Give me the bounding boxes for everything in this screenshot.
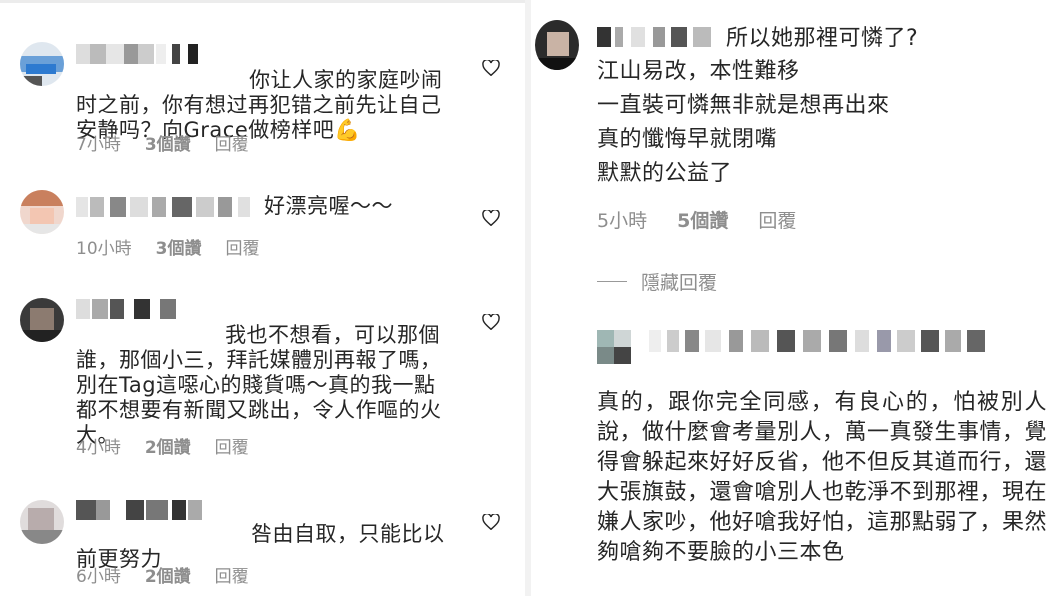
comment-meta: 4小時 2個讚 回覆 xyxy=(76,433,249,458)
comment-time: 6小時 xyxy=(76,567,121,587)
left-comments-panel: 你让人家的家庭吵闹时之前，你有想过再犯错之前先让自己安静吗？向Grace做榜样吧… xyxy=(0,0,525,596)
heart-outline-icon[interactable] xyxy=(482,514,500,530)
comment-4: 咎由自取，只能比以前更努力 6小時 2個讚 回覆 xyxy=(0,480,525,596)
right-comments-panel: 所以她那裡可憐了? 江山易改，本性難移 一直裝可憐無非就是想再出來 真的懺悔早就… xyxy=(531,0,1060,596)
reply-button[interactable]: 回覆 xyxy=(758,206,796,233)
reply-button[interactable]: 回覆 xyxy=(215,562,249,587)
heart-outline-icon[interactable] xyxy=(482,210,500,226)
comment-likes[interactable]: 3個讚 xyxy=(145,130,191,155)
comment-text: 好漂亮喔～～ xyxy=(264,194,393,218)
comment-text: 真的，跟你完全同感，有良心的，怕被別人說，做什麼會考量別人，萬一真發生事情，覺得… xyxy=(597,328,1047,596)
username-pixelated[interactable] xyxy=(597,27,717,47)
comment-2: 好漂亮喔～～ 10小時 3個讚 回覆 xyxy=(0,170,525,280)
comment-time: 10小時 xyxy=(76,239,132,259)
comment-line: 真的懺悔早就閉嘴 xyxy=(597,127,778,152)
comment-meta: 5小時 5個讚 回覆 xyxy=(597,206,796,233)
comment-likes[interactable]: 3個讚 xyxy=(156,234,202,259)
comment-likes[interactable]: 5個讚 xyxy=(677,206,728,233)
comment-text-content: 真的，跟你完全同感，有良心的，怕被別人說，做什麼會考量別人，萬一真發生事情，覺得… xyxy=(597,390,1048,565)
comment-1: 你让人家的家庭吵闹时之前，你有想过再犯错之前先让自己安静吗？向Grace做榜样吧… xyxy=(0,0,525,170)
heart-outline-icon[interactable] xyxy=(482,314,500,330)
comment-likes[interactable]: 2個讚 xyxy=(145,433,191,458)
comment-meta: 7小時 3個讚 回覆 xyxy=(76,130,249,155)
avatar[interactable] xyxy=(535,20,579,70)
comment-time: 7小時 xyxy=(76,135,121,155)
avatar[interactable] xyxy=(20,190,64,234)
comment-right-2: 真的，跟你完全同感，有良心的，怕被別人說，做什麼會考量別人，萬一真發生事情，覺得… xyxy=(531,310,1060,596)
avatar[interactable] xyxy=(20,298,64,342)
username-pixelated[interactable] xyxy=(76,197,256,217)
comment-meta: 6小時 2個讚 回覆 xyxy=(76,562,249,587)
hide-replies-button[interactable]: 隱藏回覆 xyxy=(597,268,717,295)
comment-line: 所以她那裡可憐了? xyxy=(726,26,919,51)
comment-right-1: 所以她那裡可憐了? 江山易改，本性難移 一直裝可憐無非就是想再出來 真的懺悔早就… xyxy=(531,0,1060,250)
hide-replies-line xyxy=(597,281,627,282)
comment-line: 江山易改，本性難移 xyxy=(597,59,800,84)
hide-replies-label: 隱藏回覆 xyxy=(641,272,718,294)
comment-line: 默默的公益了 xyxy=(597,161,733,186)
avatar[interactable] xyxy=(20,42,64,86)
comment-time: 5小時 xyxy=(597,210,648,232)
heart-outline-icon[interactable] xyxy=(482,60,500,76)
reply-button[interactable]: 回覆 xyxy=(215,433,249,458)
comment-meta: 10小時 3個讚 回覆 xyxy=(76,234,259,259)
comment-text-content: 我也不想看，可以那個誰，那個小三，拜託媒體別再報了嗎，別在Tag這噁心的賤貨嗎～… xyxy=(76,323,442,447)
flexed-biceps-emoji: 💪 xyxy=(334,118,361,142)
reply-button[interactable]: 回覆 xyxy=(215,130,249,155)
comment-3: 我也不想看，可以那個誰，那個小三，拜託媒體別再報了嗎，別在Tag這噁心的賤貨嗎～… xyxy=(0,280,525,480)
comment-line: 一直裝可憐無非就是想再出來 xyxy=(597,93,890,118)
comment-likes[interactable]: 2個讚 xyxy=(145,562,191,587)
avatar[interactable] xyxy=(20,500,64,544)
reply-button[interactable]: 回覆 xyxy=(225,234,259,259)
comment-time: 4小時 xyxy=(76,438,121,458)
